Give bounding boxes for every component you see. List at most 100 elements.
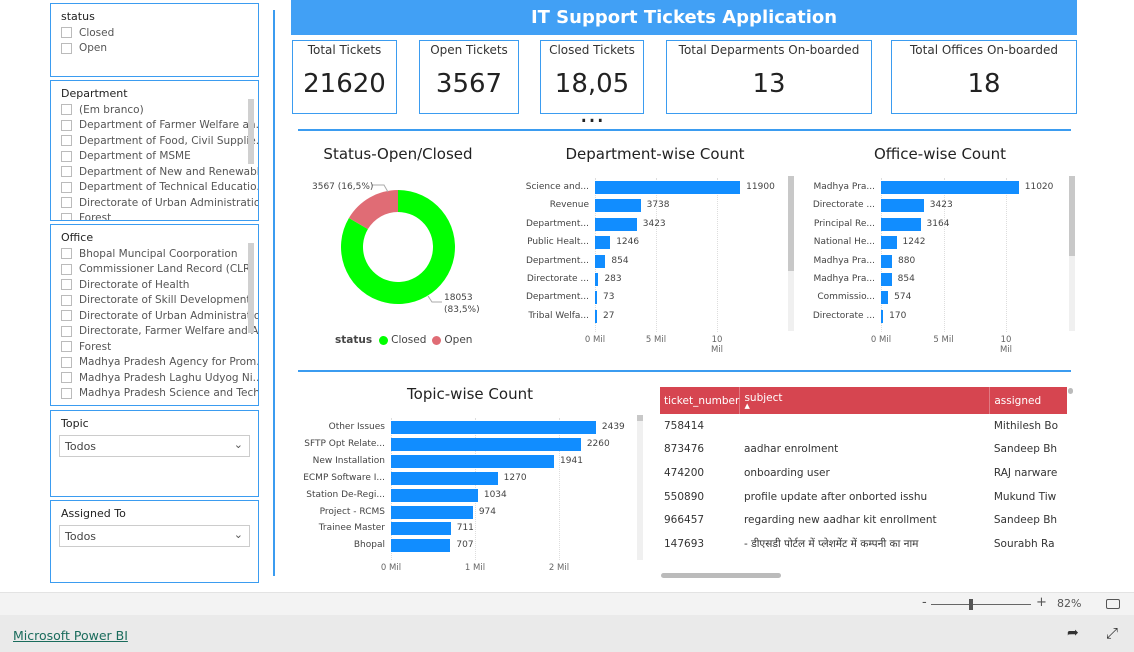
bar[interactable]	[595, 291, 597, 305]
bar[interactable]	[391, 488, 478, 502]
bar[interactable]	[881, 309, 884, 323]
subject-header: subject	[744, 392, 783, 404]
slicer-item[interactable]: Department of New and Renewabl...	[51, 164, 258, 180]
slicer-item[interactable]: Department of Farmer Welfare an...	[51, 118, 258, 134]
checkbox-icon[interactable]	[61, 310, 72, 322]
slicer-item[interactable]: Madhya Pradesh Science and Tech...	[51, 386, 258, 402]
bar[interactable]	[391, 471, 498, 485]
topic-dropdown[interactable]: Todos ⌄	[59, 435, 250, 457]
data-label: 854	[897, 274, 915, 284]
checkbox-icon[interactable]	[61, 356, 72, 368]
checkbox-icon[interactable]	[61, 387, 72, 399]
fullscreen-icon[interactable]: ⤢	[1106, 624, 1118, 642]
bar[interactable]	[881, 291, 889, 305]
checkbox-icon[interactable]	[61, 104, 72, 116]
bar[interactable]	[391, 522, 451, 536]
column-header[interactable]: assigned	[989, 387, 1067, 414]
scrollbar[interactable]	[248, 243, 254, 333]
bar[interactable]	[881, 181, 1019, 194]
slicer-item[interactable]: Department of Technical Educatio...	[51, 180, 258, 196]
table-row[interactable]: 873476 aadhar enrolment Sandeep Bh	[660, 438, 1067, 462]
slicer-item[interactable]: Madhya Pradesh Laghu Udyog Ni...	[51, 370, 258, 386]
bar[interactable]	[881, 217, 921, 231]
checkbox-icon[interactable]	[61, 42, 72, 54]
bar[interactable]	[881, 254, 892, 268]
bar[interactable]	[881, 273, 892, 286]
kpi-label: Total Offices On-boarded	[910, 43, 1058, 57]
bar[interactable]	[391, 454, 555, 468]
slicer-item[interactable]: Forest	[51, 211, 258, 220]
scrollbar[interactable]	[637, 415, 643, 560]
checkbox-icon[interactable]	[61, 150, 72, 162]
column-header[interactable]: subject ▲	[739, 387, 990, 414]
bar[interactable]	[391, 421, 596, 434]
slicer-item[interactable]: Madhya Pradesh Agency for Prom...	[51, 355, 258, 371]
assigned-dropdown[interactable]: Todos ⌄	[59, 525, 250, 547]
slicer-item[interactable]: Directorate of Urban Administratio...	[51, 195, 258, 211]
bar[interactable]	[595, 309, 597, 323]
checkbox-icon[interactable]	[61, 341, 72, 353]
scrollbar[interactable]	[1069, 176, 1075, 331]
bar[interactable]	[391, 437, 581, 451]
legend-closed[interactable]: Closed	[391, 334, 426, 346]
legend-open[interactable]: Open	[444, 334, 472, 346]
slicer-item[interactable]: Department of Food, Civil Supplie...	[51, 133, 258, 149]
table-row[interactable]: 966457 regarding new aadhar kit enrollmen…	[660, 508, 1067, 532]
table-row[interactable]: 147693 - डीएसडी पोर्टल में प्लेशमेंट में …	[660, 532, 1067, 556]
zoom-in-button[interactable]: +	[1036, 595, 1047, 610]
slicer-item[interactable]: Directorate of Health	[51, 277, 258, 293]
bar[interactable]	[595, 199, 641, 213]
slicer-item-label: Forest	[79, 340, 112, 353]
horizontal-scrollbar[interactable]	[661, 573, 781, 578]
fit-page-icon[interactable]	[1106, 599, 1120, 609]
slicer-item[interactable]: Directorate of Skill Development	[51, 293, 258, 309]
slicer-item[interactable]: Open	[51, 41, 258, 57]
checkbox-icon[interactable]	[61, 263, 72, 275]
bar[interactable]	[391, 505, 473, 519]
slicer-item[interactable]: (Em branco)	[51, 102, 258, 118]
slicer-item[interactable]: Closed	[51, 25, 258, 41]
table-row[interactable]: 758414 Mithilesh Bo	[660, 414, 1067, 438]
scrollbar[interactable]	[788, 176, 794, 331]
kpi-value: 13	[752, 69, 786, 99]
category-label: Principal Re...	[813, 218, 875, 229]
bar[interactable]	[391, 539, 451, 553]
category-label: Department...	[525, 218, 589, 229]
scrollbar[interactable]	[1068, 388, 1073, 394]
slicer-item[interactable]: Bhopal Muncipal Coorporation	[51, 246, 258, 262]
checkbox-icon[interactable]	[61, 27, 72, 39]
bar[interactable]	[595, 217, 637, 231]
bar[interactable]	[595, 273, 599, 286]
checkbox-icon[interactable]	[61, 248, 72, 260]
slicer-item[interactable]: Department of MSME	[51, 149, 258, 165]
table-row[interactable]: 474200 onboarding user RAJ narware	[660, 461, 1067, 485]
slicer-item-label: Closed	[79, 26, 115, 39]
slicer-item[interactable]: Commissioner Land Record (CLR) ...	[51, 262, 258, 278]
powerbi-link[interactable]: Microsoft Power BI	[13, 628, 128, 643]
checkbox-icon[interactable]	[61, 181, 72, 193]
slicer-item[interactable]: Directorate, Farmer Welfare and A...	[51, 324, 258, 340]
column-header[interactable]: ticket_number	[660, 387, 740, 414]
zoom-out-button[interactable]: -	[922, 595, 927, 610]
table-row[interactable]: 550890 profile update after onborted issh…	[660, 485, 1067, 509]
bar[interactable]	[595, 181, 741, 194]
bar[interactable]	[595, 236, 611, 250]
checkbox-icon[interactable]	[61, 325, 72, 337]
checkbox-icon[interactable]	[61, 197, 72, 209]
slicer-item[interactable]: Directorate of Urban Administratio...	[51, 308, 258, 324]
checkbox-icon[interactable]	[61, 212, 72, 220]
bar[interactable]	[881, 199, 924, 213]
scrollbar[interactable]	[248, 99, 254, 164]
checkbox-icon[interactable]	[61, 279, 72, 291]
bar[interactable]	[595, 254, 606, 268]
checkbox-icon[interactable]	[61, 135, 72, 147]
bar[interactable]	[881, 236, 897, 250]
checkbox-icon[interactable]	[61, 166, 72, 178]
checkbox-icon[interactable]	[61, 372, 72, 384]
zoom-slider[interactable]	[931, 599, 1031, 610]
checkbox-icon[interactable]	[61, 294, 72, 306]
share-icon[interactable]: ➦	[1067, 625, 1079, 641]
category-label: Commissio...	[817, 292, 875, 303]
checkbox-icon[interactable]	[61, 119, 72, 131]
slicer-item[interactable]: Forest	[51, 339, 258, 355]
